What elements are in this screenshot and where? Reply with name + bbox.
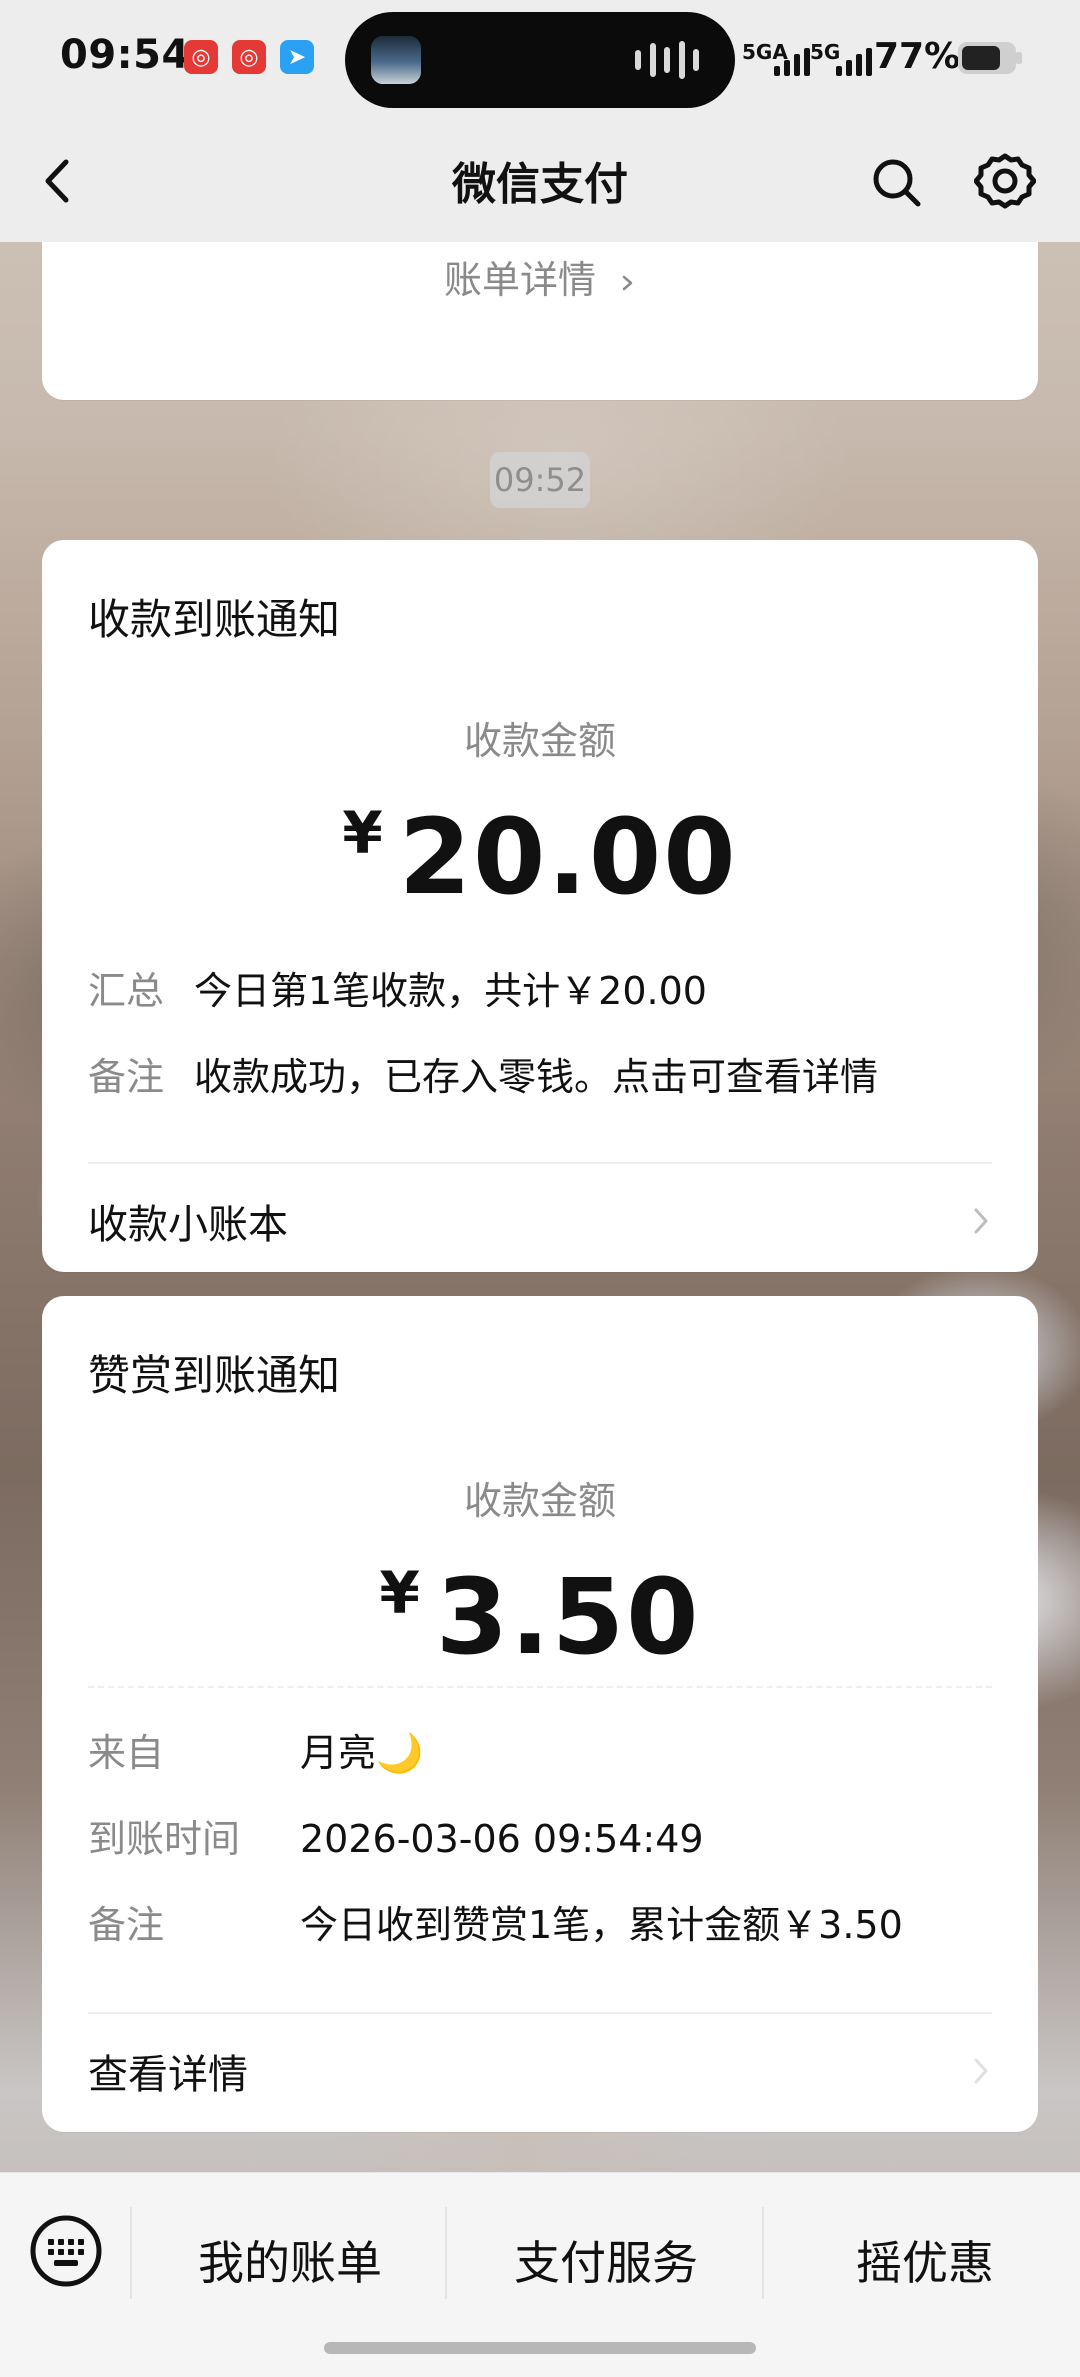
- top-navigation: 微信支付: [0, 120, 1080, 242]
- from-row: 来自 月亮🌙: [88, 1722, 1008, 1777]
- menu-separator: [762, 2207, 764, 2299]
- menu-shake-deals[interactable]: 摇优惠: [856, 2227, 994, 2293]
- status-bar: 09:54 ◎ ◎ ➤ 5GA 5G 77%: [0, 0, 1080, 120]
- summary-key: 汇总: [88, 969, 165, 1013]
- note-key: 备注: [88, 1903, 165, 1947]
- arrival-time-row: 到账时间 2026-03-06 09:54:49: [88, 1808, 1008, 1863]
- amount-label: 收款金额: [463, 719, 616, 763]
- amount-value: ¥20.00: [42, 796, 1038, 918]
- currency-symbol: ¥: [379, 1559, 420, 1627]
- battery-percentage: 77%: [874, 36, 961, 77]
- income-ledger-label: 收款小账本: [88, 1202, 288, 1248]
- view-details-link[interactable]: 查看详情: [88, 2026, 992, 2116]
- tip-received-card[interactable]: 赞赏到账通知 收款金额 ¥3.50 来自 月亮🌙 到账时间 2026-03-06…: [42, 1296, 1038, 2132]
- menu-my-bills[interactable]: 我的账单: [198, 2227, 382, 2293]
- message-timestamp: 09:52: [490, 452, 590, 508]
- amount-value: ¥3.50: [42, 1556, 1038, 1678]
- divider: [88, 1162, 992, 1164]
- chevron-right-icon: [622, 275, 633, 291]
- from-value: 月亮🌙: [300, 1731, 424, 1775]
- search-icon[interactable]: [868, 154, 924, 210]
- app-notification-icon: ◎: [232, 40, 266, 74]
- gear-icon[interactable]: [974, 150, 1036, 212]
- chevron-right-icon: [974, 2058, 988, 2084]
- previous-message-card: 账单详情: [42, 242, 1038, 400]
- bill-details-link[interactable]: 账单详情: [42, 242, 1038, 318]
- view-details-label: 查看详情: [88, 2052, 248, 2098]
- note-value: 收款成功，已存入零钱。点击可查看详情: [194, 1055, 879, 1099]
- summary-row: 汇总 今日第1笔收款，共计￥20.00: [88, 960, 1008, 1015]
- card-title: 收款到账通知: [88, 595, 341, 644]
- summary-value: 今日第1笔收款，共计￥20.00: [194, 969, 707, 1013]
- note-value: 今日收到赞赏1笔，累计金额￥3.50: [300, 1903, 903, 1947]
- amount-number: 20.00: [398, 796, 738, 918]
- menu-payment-services[interactable]: 支付服务: [514, 2227, 698, 2293]
- from-key: 来自: [88, 1731, 165, 1775]
- battery-icon: [958, 42, 1022, 74]
- note-key: 备注: [88, 1055, 165, 1099]
- now-playing-artwork: [371, 36, 421, 84]
- amount-number: 3.50: [435, 1556, 701, 1678]
- note-row: 备注 今日收到赞赏1笔，累计金额￥3.50: [88, 1894, 1008, 1949]
- bill-details-label: 账单详情: [443, 258, 596, 302]
- arrival-time-value: 2026-03-06 09:54:49: [300, 1817, 704, 1861]
- divider: [88, 2012, 992, 2014]
- app-notification-icon: ➤: [280, 40, 314, 74]
- menu-separator: [130, 2207, 132, 2299]
- amount-label: 收款金额: [463, 1479, 616, 1523]
- chevron-right-icon: [974, 1208, 988, 1234]
- dashed-divider: [88, 1686, 992, 1688]
- card-title: 赞赏到账通知: [88, 1351, 341, 1400]
- app-notification-icon: ◎: [184, 40, 218, 74]
- status-time: 09:54: [60, 32, 190, 78]
- menu-separator: [445, 2207, 447, 2299]
- currency-symbol: ¥: [342, 799, 383, 867]
- payment-received-card[interactable]: 收款到账通知 收款金额 ¥20.00 汇总 今日第1笔收款，共计￥20.00 备…: [42, 540, 1038, 1272]
- income-ledger-link[interactable]: 收款小账本: [88, 1176, 992, 1266]
- home-indicator[interactable]: [324, 2342, 756, 2354]
- note-row: 备注 收款成功，已存入零钱。点击可查看详情: [88, 1046, 1008, 1101]
- audio-wave-icon: [635, 40, 699, 80]
- keyboard-icon[interactable]: [28, 2213, 104, 2289]
- dynamic-island: [345, 12, 735, 108]
- arrival-time-key: 到账时间: [88, 1817, 241, 1861]
